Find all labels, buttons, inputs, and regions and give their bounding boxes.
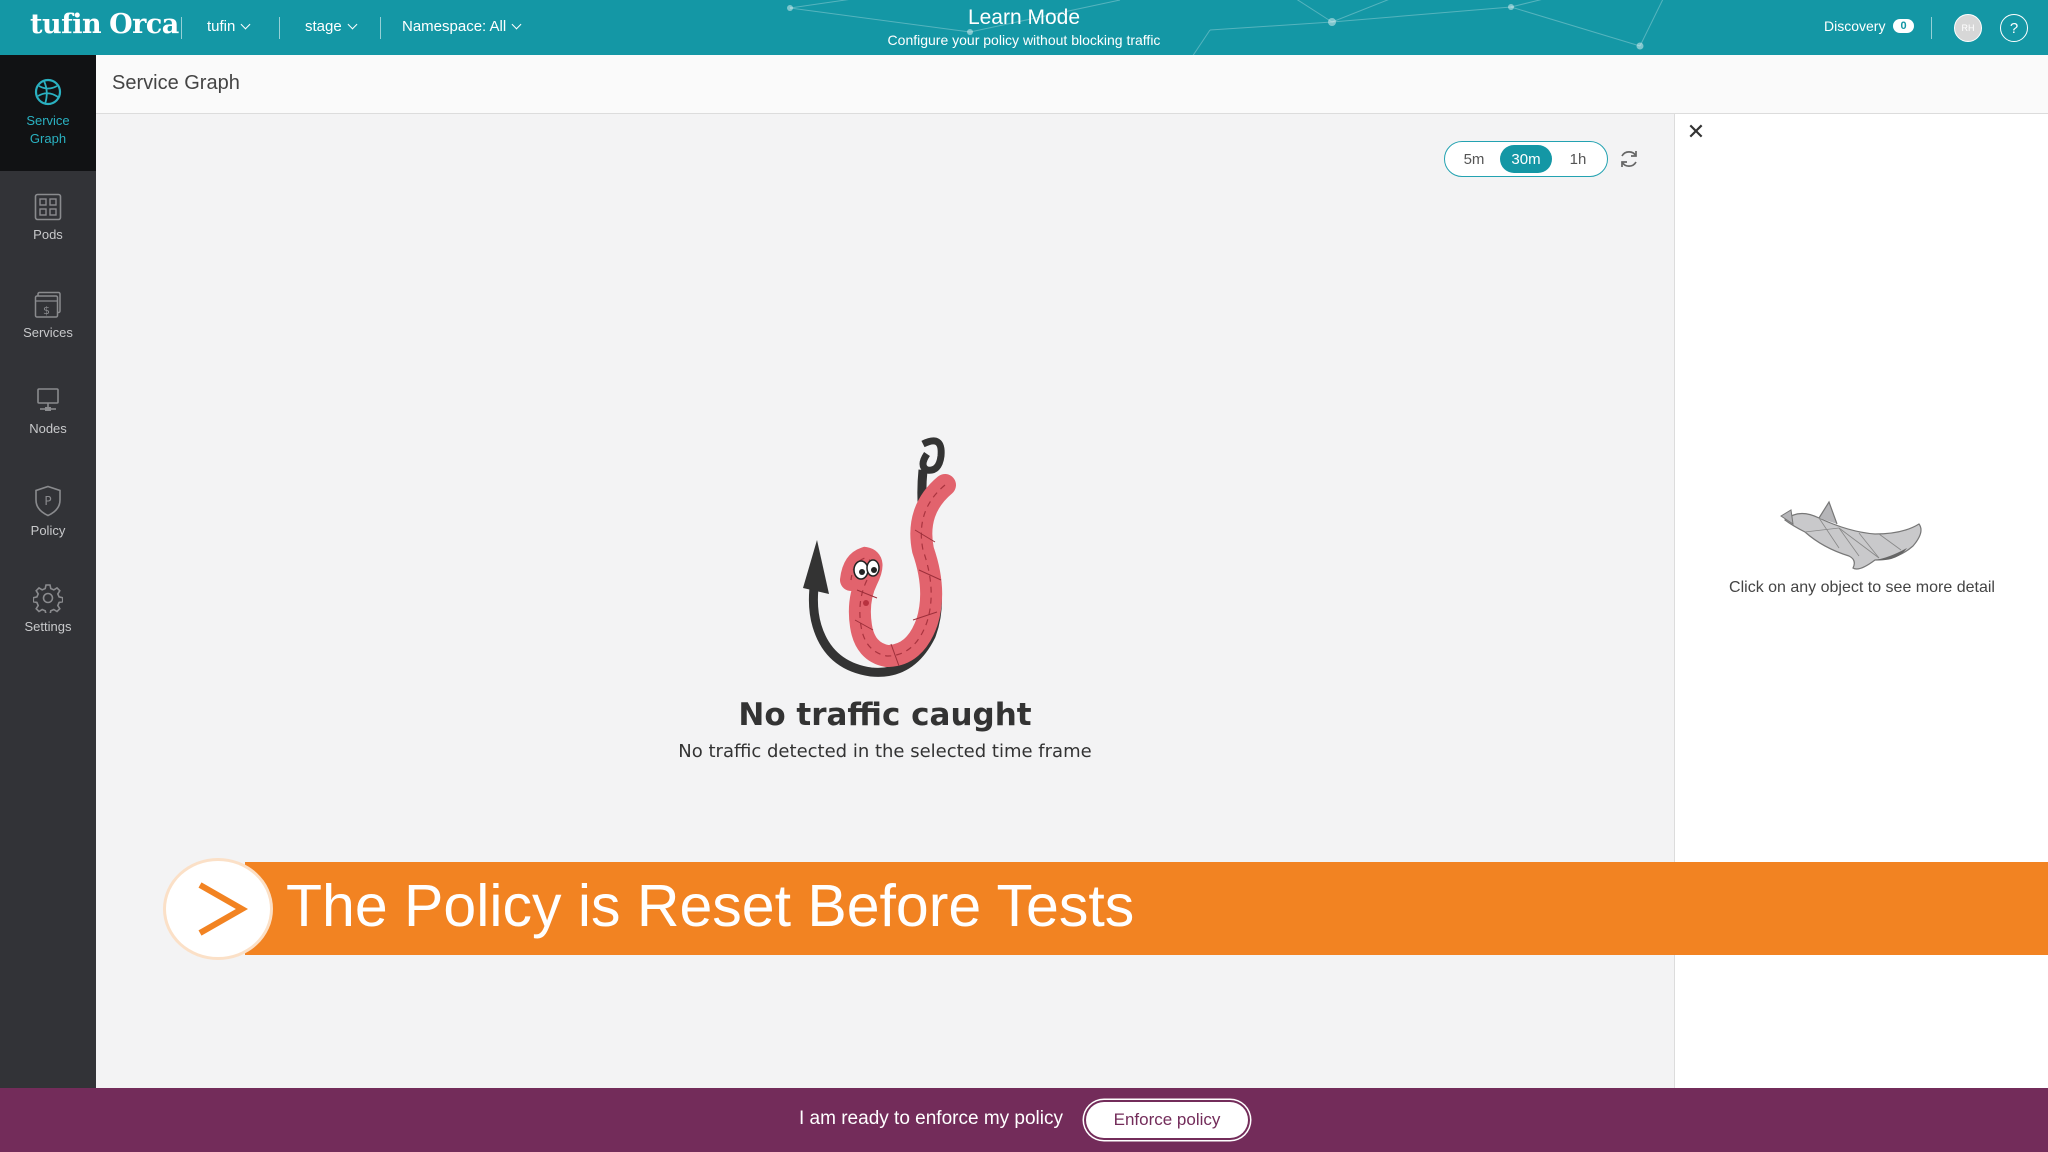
- sidebar-item-label: Graph: [29, 131, 67, 146]
- close-icon[interactable]: ✕: [1685, 122, 1707, 144]
- empty-state-title: No traffic caught: [738, 697, 1032, 733]
- sidebar-item-settings[interactable]: Settings: [0, 583, 96, 667]
- enforce-prompt: I am ready to enforce my policy: [799, 1108, 1063, 1129]
- refresh-icon[interactable]: [1618, 148, 1640, 170]
- hook-worm-illustration: [803, 437, 956, 677]
- gear-icon: [33, 584, 63, 613]
- app-logo[interactable]: tufin Orca: [30, 9, 179, 40]
- help-button[interactable]: ?: [2000, 14, 2028, 42]
- chevron-down-icon: [240, 19, 251, 30]
- chevron-down-icon: [347, 19, 358, 30]
- sidebar-item-nodes[interactable]: Nodes: [0, 387, 96, 467]
- empty-state-subtitle: No traffic detected in the selected time…: [678, 741, 1092, 762]
- orca-whale-illustration: [1780, 500, 1922, 570]
- sidebar-item-label: Settings: [24, 619, 72, 634]
- sidebar-item-label: Services: [23, 325, 73, 340]
- chevron-right-icon: [198, 882, 248, 936]
- sidebar-item-pods[interactable]: Pods: [0, 193, 96, 273]
- divider: [1931, 17, 1932, 39]
- svg-text:$: $: [43, 304, 50, 317]
- namespace-selector[interactable]: Namespace: All: [402, 18, 522, 35]
- network-pattern-decoration: [787, 0, 1664, 55]
- service-graph-icon: [34, 78, 62, 106]
- sidebar: Service Graph Pods $ Services Nodes P Po…: [0, 55, 96, 1088]
- sidebar-item-label: Policy: [30, 523, 66, 538]
- sidebar-item-label: Pods: [33, 227, 63, 242]
- cluster-selector[interactable]: stage: [305, 18, 358, 35]
- divider: [181, 17, 182, 39]
- time-range-toggle: 5m 30m 1h: [1444, 141, 1608, 177]
- brand-tufin: tufin: [30, 9, 102, 40]
- services-icon: $: [34, 291, 61, 318]
- divider: [279, 17, 280, 39]
- detail-hint: Click on any object to see more detail: [1729, 579, 1995, 596]
- sidebar-item-service-graph[interactable]: Service Graph: [0, 55, 96, 171]
- policy-icon: P: [35, 485, 61, 517]
- time-option-5m[interactable]: 5m: [1448, 145, 1500, 173]
- enforce-policy-bar: I am ready to enforce my policy Enforce …: [0, 1088, 2048, 1152]
- page-header: Service Graph: [96, 55, 2048, 114]
- namespace-selector-label: Namespace: All: [402, 18, 507, 35]
- user-avatar[interactable]: RH: [1954, 14, 1982, 42]
- enforce-policy-button[interactable]: Enforce policy: [1086, 1102, 1248, 1138]
- page-title: Service Graph: [112, 72, 240, 94]
- discovery-count-badge: 0: [1893, 19, 1914, 33]
- brand-orca: Orca: [109, 9, 179, 40]
- divider: [380, 17, 381, 39]
- banner-badge: [166, 861, 270, 957]
- sidebar-item-policy[interactable]: P Policy: [0, 485, 96, 569]
- top-bar: tufin Orca tufin stage Namespace: All Lea…: [0, 0, 2048, 55]
- sidebar-item-services[interactable]: $ Services: [0, 291, 96, 371]
- pods-icon: [34, 193, 62, 221]
- caption-banner-text: The Policy is Reset Before Tests: [286, 873, 1135, 939]
- discovery-toggle[interactable]: Discovery 0: [1824, 18, 1914, 34]
- sidebar-item-label: Service: [26, 113, 70, 128]
- time-option-30m[interactable]: 30m: [1500, 145, 1552, 173]
- nodes-icon: [37, 388, 59, 411]
- account-selector[interactable]: tufin: [207, 18, 251, 35]
- svg-text:P: P: [44, 494, 51, 508]
- time-option-1h[interactable]: 1h: [1552, 145, 1604, 173]
- account-selector-label: tufin: [207, 18, 236, 35]
- cluster-selector-label: stage: [305, 18, 342, 35]
- sidebar-item-label: Nodes: [29, 421, 67, 436]
- discovery-label: Discovery: [1824, 18, 1886, 34]
- chevron-down-icon: [511, 19, 522, 30]
